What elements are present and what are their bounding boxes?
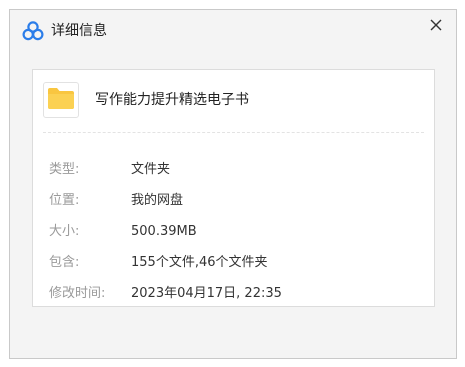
detail-label: 修改时间: [49,286,106,301]
details-dialog: 详细信息 写作能力提升精选电子书 类型: 文件夹 位置: 我的网盘 大小: 50… [9,9,457,359]
detail-label: 包含: [49,255,80,270]
close-button[interactable] [424,14,448,38]
detail-label: 位置: [49,193,80,208]
baidu-netdisk-logo-icon [22,20,44,42]
title-bar: 详细信息 [10,10,456,52]
dialog-title: 详细信息 [51,23,107,39]
folder-thumbnail [43,82,79,118]
detail-value: 500.39MB [131,224,197,239]
detail-label: 大小: [49,224,80,239]
detail-value: 155个文件,46个文件夹 [131,255,268,270]
detail-label: 类型: [49,162,80,177]
detail-value: 我的网盘 [131,193,184,208]
details-card: 写作能力提升精选电子书 类型: 文件夹 位置: 我的网盘 大小: 500.39M… [32,69,435,307]
folder-icon [47,86,75,114]
file-name: 写作能力提升精选电子书 [95,92,249,108]
detail-value: 文件夹 [131,162,171,177]
divider [43,132,424,133]
detail-value: 2023年04月17日, 22:35 [131,286,282,301]
close-icon[interactable] [429,17,443,36]
